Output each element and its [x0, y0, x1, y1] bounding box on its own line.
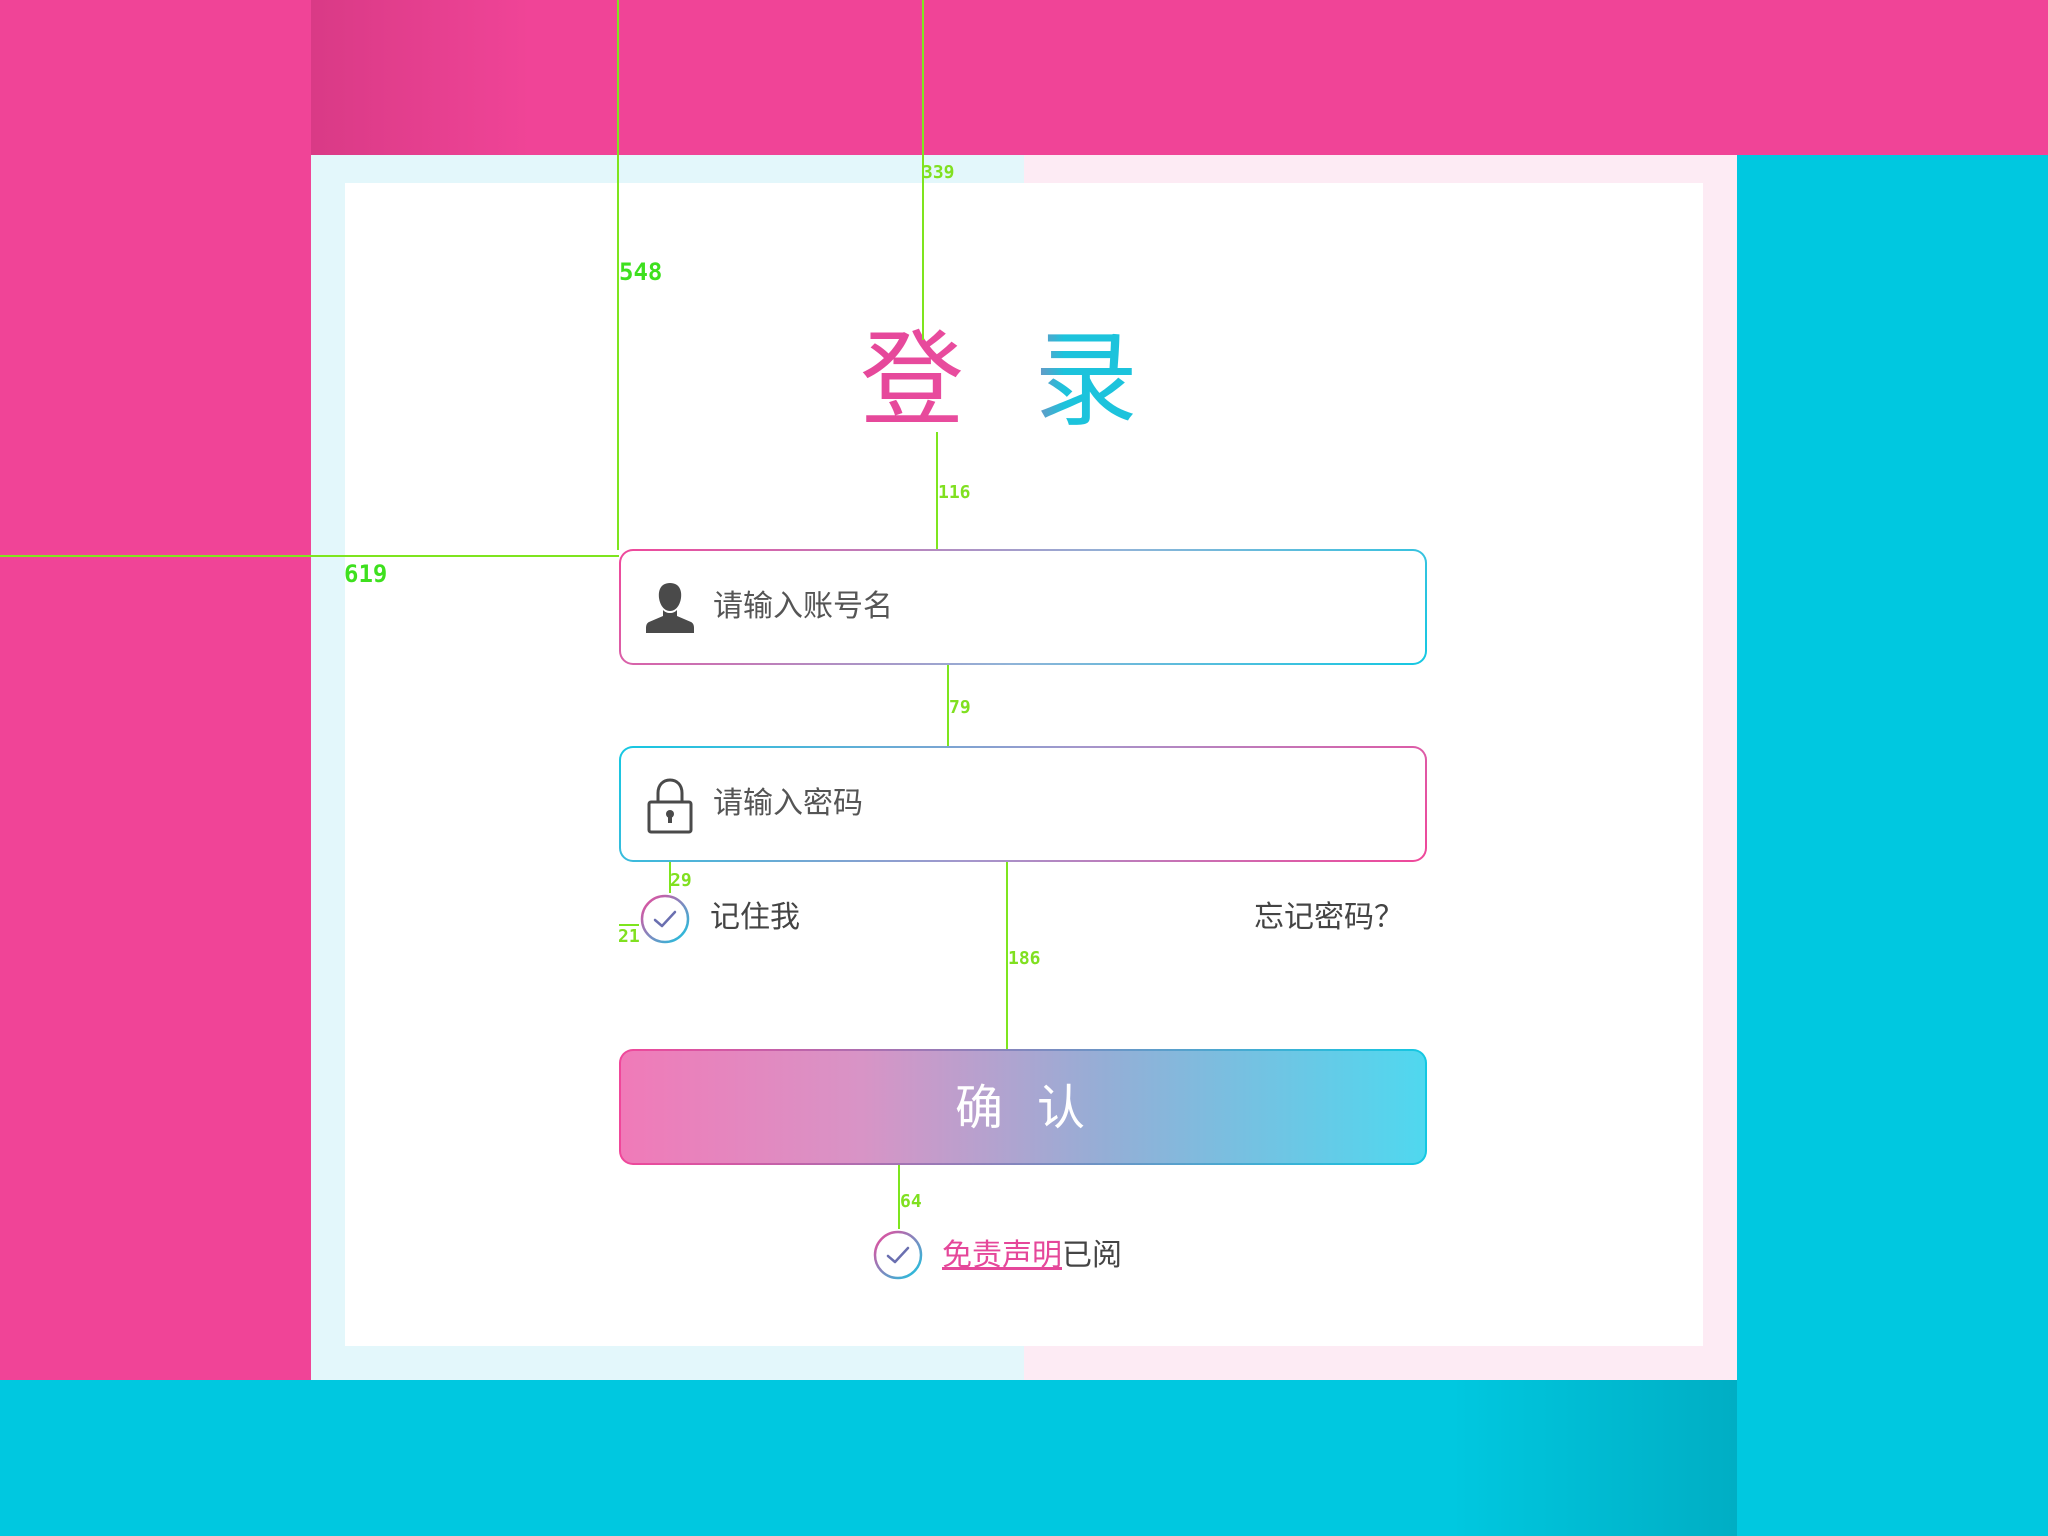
confirm-button[interactable]: 确认	[619, 1049, 1427, 1165]
disclaimer-link[interactable]: 免责声明	[942, 1238, 1062, 1273]
measure-label-64: 64	[900, 1191, 922, 1212]
disclaimer-checkbox[interactable]	[872, 1229, 924, 1281]
remember-label: 记住我	[710, 900, 800, 935]
username-field[interactable]	[619, 549, 1427, 665]
disclaimer-row: 免责声明已阅	[942, 1234, 1122, 1278]
page-title: 登录	[860, 319, 1209, 441]
measure-label-186: 186	[1008, 948, 1041, 969]
background-top-band	[311, 0, 2048, 155]
measure-label-79: 79	[949, 697, 971, 718]
forgot-password-link[interactable]: 忘记密码？	[1254, 896, 1404, 940]
measure-label-548: 548	[619, 258, 663, 286]
measure-label-29: 29	[670, 870, 692, 891]
remember-checkbox[interactable]	[639, 893, 691, 945]
measure-label-116: 116	[938, 482, 971, 503]
measure-line-619	[0, 555, 619, 557]
user-icon	[646, 583, 694, 633]
disclaimer-suffix: 已阅	[1062, 1238, 1122, 1273]
measure-label-339: 339	[922, 162, 955, 183]
measure-label-619: 619	[344, 560, 388, 588]
lock-icon	[647, 778, 693, 834]
username-input[interactable]	[713, 551, 1393, 663]
password-input[interactable]	[713, 748, 1393, 860]
measure-label-21: 21	[618, 926, 640, 947]
password-field[interactable]	[619, 746, 1427, 862]
background-bottom-band	[0, 1380, 1737, 1536]
background-right-band	[1737, 155, 2048, 1536]
